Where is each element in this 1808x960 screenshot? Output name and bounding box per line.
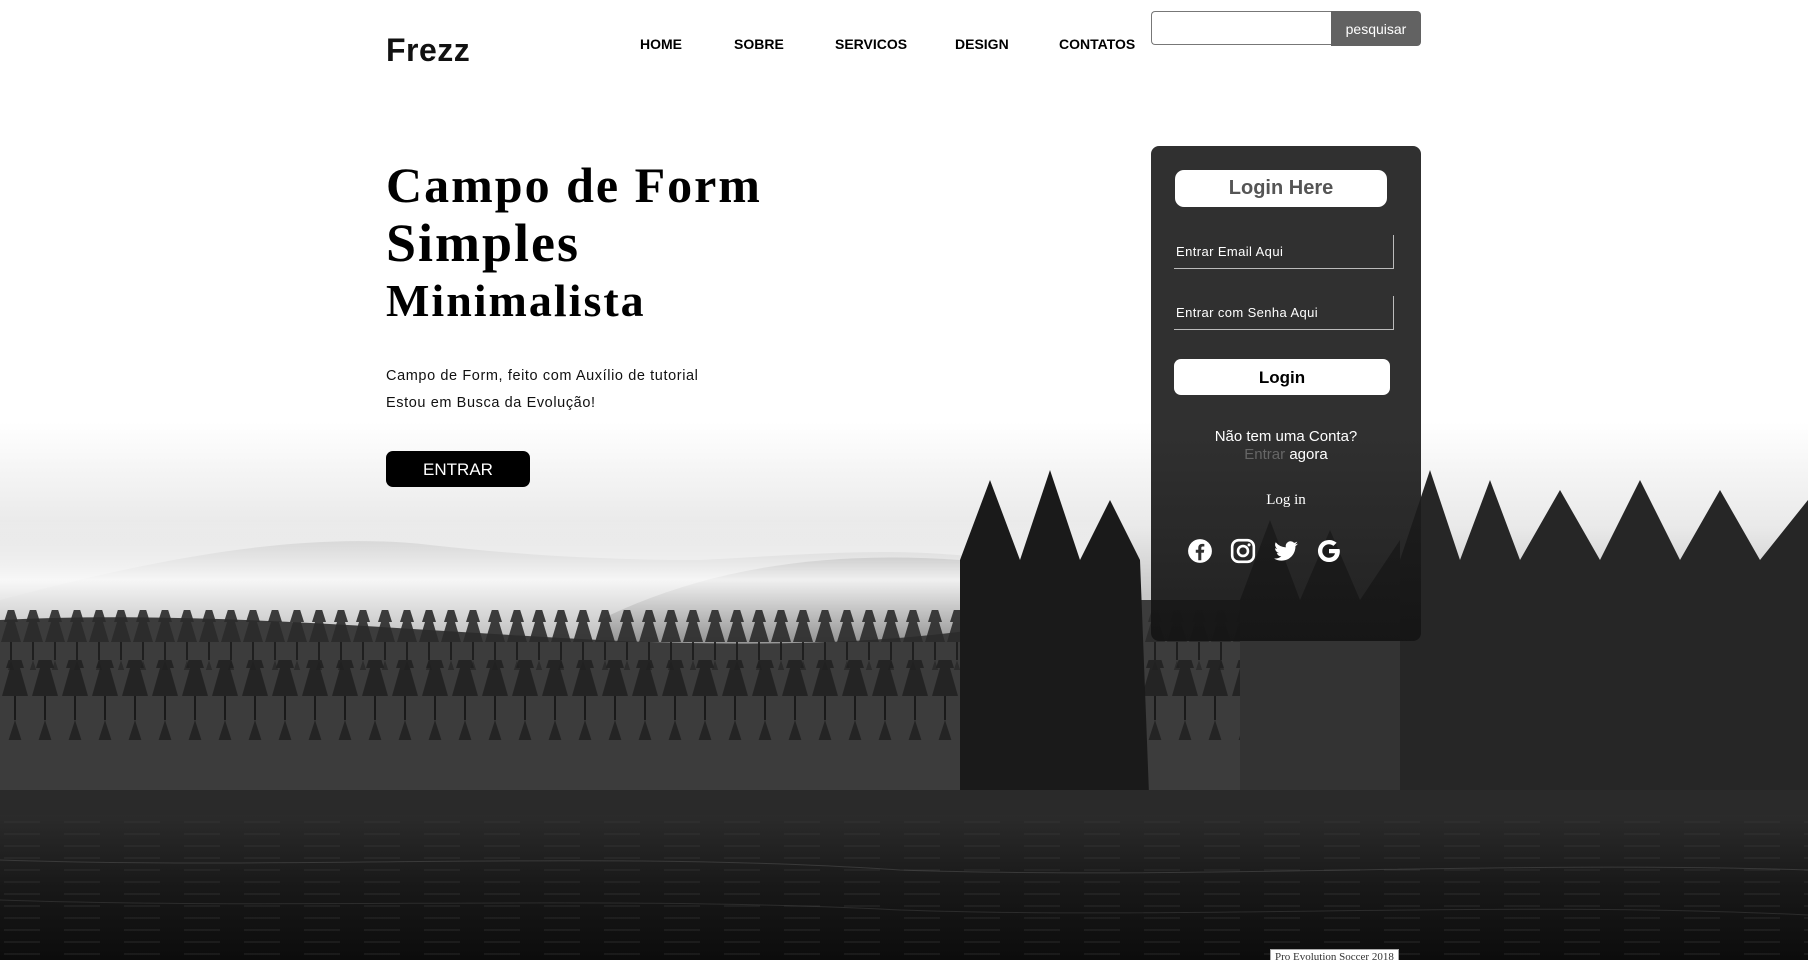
facebook-icon[interactable] xyxy=(1187,538,1213,564)
login-button[interactable]: Login xyxy=(1174,359,1390,395)
signup-link[interactable]: Entrar xyxy=(1244,446,1285,463)
hero-title-line-3: Minimalista xyxy=(386,275,646,326)
twitter-icon[interactable] xyxy=(1273,538,1299,564)
logo: Frezz xyxy=(386,32,471,68)
hero-description: Campo de Form, feito com Auxílio de tuto… xyxy=(386,363,699,417)
google-icon[interactable] xyxy=(1316,538,1342,564)
nav-item-servicos[interactable]: SERVICOS xyxy=(835,36,907,52)
nav-item-sobre[interactable]: SOBRE xyxy=(734,36,784,52)
email-field[interactable] xyxy=(1174,235,1394,269)
hero-title-line-1: Campo de Form xyxy=(386,157,762,213)
password-field[interactable] xyxy=(1174,296,1394,330)
enter-button[interactable]: ENTRAR xyxy=(386,451,530,487)
nav-item-contatos[interactable]: CONTATOS xyxy=(1059,36,1135,52)
nav-item-design[interactable]: DESIGN xyxy=(955,36,1009,52)
tooltip: Pro Evolution Soccer 2018 xyxy=(1270,949,1399,960)
search-input[interactable] xyxy=(1151,11,1331,45)
signup-prompt-text: Não tem uma Conta? xyxy=(1214,428,1358,445)
login-card: Login Here Login Não tem uma Conta? Entr… xyxy=(1151,146,1421,641)
nav-item-home[interactable]: HOME xyxy=(640,36,682,52)
login-heading: Login Here xyxy=(1175,170,1387,207)
signup-prompt: Não tem uma Conta? Entrar agora xyxy=(1151,428,1421,464)
page: Frezz HOME SOBRE SERVICOS DESIGN CONTATO… xyxy=(0,0,1808,960)
landscape-background-image xyxy=(0,0,1808,960)
hero-description-line-1: Campo de Form, feito com Auxílio de tuto… xyxy=(386,368,699,384)
signup-suffix: agora xyxy=(1289,446,1328,463)
log-in-link[interactable]: Log in xyxy=(1151,492,1421,509)
hero-title-line-2: Simples xyxy=(386,213,581,273)
search-button[interactable]: pesquisar xyxy=(1331,11,1421,46)
instagram-icon[interactable] xyxy=(1230,538,1256,564)
hero-title: Campo de Form Simples Minimalista xyxy=(386,160,762,324)
hero-description-line-2: Estou em Busca da Evolução! xyxy=(386,395,596,411)
